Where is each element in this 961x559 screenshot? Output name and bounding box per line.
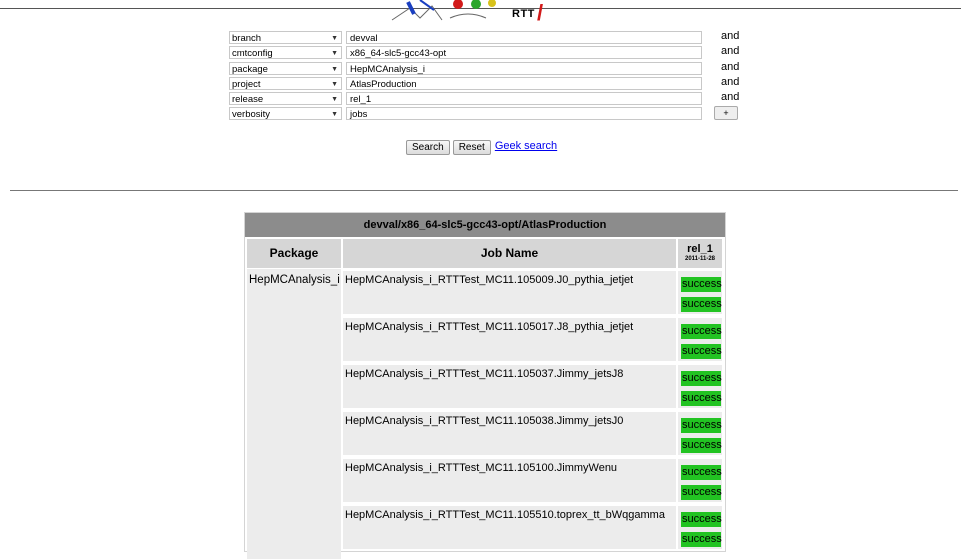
and-connector: and xyxy=(721,91,740,104)
table-row: HepMCAnalysis_i_RTTTest_MC11.105037.Jimm… xyxy=(245,363,725,410)
table-row: HepMCAnalysis_i_RTTTest_MC11.105510.topr… xyxy=(245,504,725,551)
search-actions: Search Reset Geek search xyxy=(406,140,557,156)
status-badge[interactable]: success xyxy=(681,391,722,406)
job-name-cell: HepMCAnalysis_i_RTTTest_MC11.105037.Jimm… xyxy=(343,365,676,408)
dropdown-arrow-icon: ▼ xyxy=(331,65,338,73)
dropdown-arrow-icon: ▼ xyxy=(331,80,338,88)
filter-value-input[interactable]: AtlasProduction xyxy=(346,76,702,90)
filter-row-verbosity: verbosity ▼ jobs + xyxy=(229,106,744,122)
and-connector: and xyxy=(721,30,740,42)
table-row: HepMCAnalysis_i_RTTTest_MC11.105009.J0_p… xyxy=(245,269,725,316)
job-name: HepMCAnalysis_i_RTTTest_MC11.105510.topr… xyxy=(345,509,665,521)
status-cell: success success xyxy=(678,365,722,408)
dropdown-arrow-icon: ▼ xyxy=(331,35,338,42)
column-header-package: Package xyxy=(247,239,341,268)
status-badge[interactable]: success xyxy=(681,297,722,312)
logo-mark: / xyxy=(537,0,544,23)
dropdown-arrow-icon: ▼ xyxy=(331,111,338,119)
add-filter-button[interactable]: + xyxy=(714,106,738,121)
job-name-cell: HepMCAnalysis_i_RTTTest_MC11.105009.J0_p… xyxy=(343,271,676,314)
filter-row-project: project ▼ AtlasProduction and xyxy=(229,75,744,92)
status-cell: success success xyxy=(678,318,722,361)
release-name: rel_1 xyxy=(687,243,713,255)
status-cell: success success xyxy=(678,271,722,314)
table-row: HepMCAnalysis_i_RTTTest_MC11.105038.Jimm… xyxy=(245,410,725,457)
filter-field-select[interactable]: package ▼ xyxy=(229,61,342,75)
table-header: Package Job Name rel_1 2011-11-28 xyxy=(245,237,725,269)
filter-field-select[interactable]: cmtconfig ▼ xyxy=(229,46,342,60)
job-name-cell: HepMCAnalysis_i_RTTTest_MC11.105100.Jimm… xyxy=(343,459,676,502)
status-badge[interactable]: success xyxy=(681,532,722,547)
job-name: HepMCAnalysis_i_RTTTest_MC11.105100.Jimm… xyxy=(345,462,618,474)
filter-value-input[interactable]: rel_1 xyxy=(346,92,702,106)
and-connector: and xyxy=(721,75,740,88)
job-name-cell: HepMCAnalysis_i_RTTTest_MC11.105510.topr… xyxy=(343,506,676,549)
filter-field-select[interactable]: project ▼ xyxy=(229,76,342,90)
filter-field-select[interactable]: branch ▼ xyxy=(229,31,342,44)
section-divider xyxy=(10,190,958,191)
filter-value-input[interactable]: x86_64-slc5-gcc43-opt xyxy=(346,46,702,60)
table-row: HepMCAnalysis_i_RTTTest_MC11.105017.J8_p… xyxy=(245,316,725,363)
filter-field-select[interactable]: release ▼ xyxy=(229,92,342,106)
job-name: HepMCAnalysis_i_RTTTest_MC11.105037.Jimm… xyxy=(345,368,624,380)
reset-button[interactable]: Reset xyxy=(452,140,491,155)
rtt-logo: RTT / xyxy=(380,0,550,22)
job-name: HepMCAnalysis_i_RTTTest_MC11.105017.J8_p… xyxy=(345,321,634,333)
status-badge[interactable]: success xyxy=(681,371,722,386)
logo-text: RTT xyxy=(512,8,535,20)
filter-row-branch: branch ▼ devval and xyxy=(229,30,744,46)
status-badge[interactable]: success xyxy=(681,418,722,433)
filter-field-select[interactable]: verbosity ▼ xyxy=(229,107,342,121)
and-connector: and xyxy=(721,60,740,73)
filter-row-package: package ▼ HepMCAnalysis_i and xyxy=(229,60,744,77)
dropdown-arrow-icon: ▼ xyxy=(331,96,338,104)
status-badge[interactable]: success xyxy=(681,324,722,339)
status-badge[interactable]: success xyxy=(681,438,722,453)
filter-value-input[interactable]: devval xyxy=(346,31,702,44)
search-filters: branch ▼ devval and cmtconfig ▼ x86_64-slc… xyxy=(229,30,744,123)
table-row: HepMCAnalysis_i_RTTTest_MC11.105100.Jimm… xyxy=(245,457,725,504)
job-name: HepMCAnalysis_i_RTTTest_MC11.105038.Jimm… xyxy=(345,415,624,427)
status-cell: success success xyxy=(678,459,722,502)
status-badge[interactable]: success xyxy=(681,277,722,292)
release-date: 2011-11-28 xyxy=(684,256,716,262)
table-body: HepMCAnalysis_i HepMCAnalysis_i_RTTTest_… xyxy=(245,269,725,559)
status-badge[interactable]: success xyxy=(681,512,722,527)
logo-graphic xyxy=(391,0,496,21)
geek-search-link[interactable]: Geek search xyxy=(495,140,557,152)
status-badge[interactable]: success xyxy=(681,465,722,480)
status-cell: success success xyxy=(678,506,722,549)
search-button[interactable]: Search xyxy=(406,140,450,155)
filter-value-input[interactable]: HepMCAnalysis_i xyxy=(346,61,702,75)
status-badge[interactable]: success xyxy=(681,344,722,359)
job-name-cell: HepMCAnalysis_i_RTTTest_MC11.105038.Jimm… xyxy=(343,412,676,455)
status-cell: success success xyxy=(678,412,722,455)
filter-row-cmtconfig: cmtconfig ▼ x86_64-slc5-gcc43-opt and xyxy=(229,45,744,61)
filter-value-input[interactable]: jobs xyxy=(346,107,702,121)
column-header-job-name: Job Name xyxy=(343,239,676,268)
status-badge[interactable]: success xyxy=(681,485,722,500)
job-name: HepMCAnalysis_i_RTTTest_MC11.105009.J0_p… xyxy=(345,274,634,286)
and-connector: and xyxy=(721,45,740,58)
results-title: devval/x86_64-slc5-gcc43-opt/AtlasProduc… xyxy=(245,213,725,237)
job-name-cell: HepMCAnalysis_i_RTTTest_MC11.105017.J8_p… xyxy=(343,318,676,361)
column-header-release[interactable]: rel_1 2011-11-28 xyxy=(678,239,722,268)
dropdown-arrow-icon: ▼ xyxy=(331,50,338,58)
results-table: devval/x86_64-slc5-gcc43-opt/AtlasProduc… xyxy=(244,212,726,559)
filter-row-release: release ▼ rel_1 and xyxy=(229,91,744,107)
